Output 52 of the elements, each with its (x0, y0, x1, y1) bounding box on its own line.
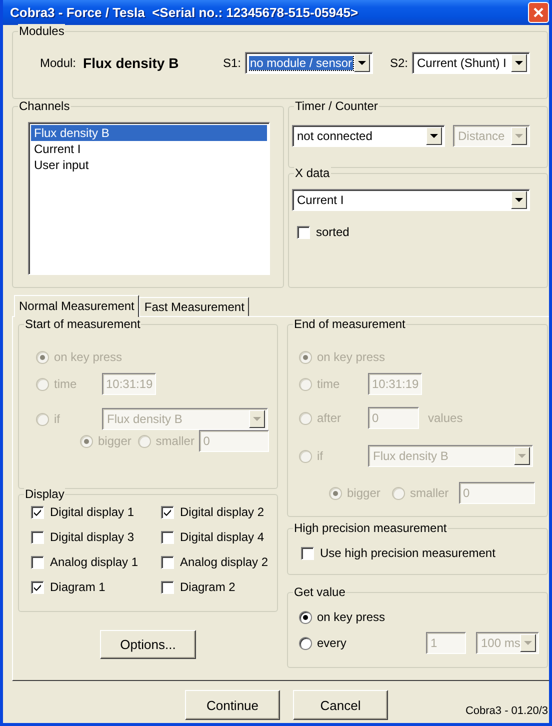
checkbox[interactable]: Digital display 4 (161, 530, 264, 545)
unit-label: values (428, 410, 463, 426)
checkbox[interactable]: Diagram 1 (31, 580, 106, 595)
field-label: S2: (390, 56, 408, 70)
caret-icon (358, 61, 366, 65)
dropdown-button[interactable] (426, 127, 442, 145)
list-item[interactable]: User input (31, 157, 267, 173)
checkbox[interactable]: Digital display 3 (31, 530, 134, 545)
dropdown-button[interactable] (514, 447, 530, 465)
field-label: S1: (222, 56, 241, 70)
dropdown-button[interactable] (249, 410, 265, 428)
dropdown-button[interactable] (511, 191, 527, 209)
module-name: Flux density B (83, 56, 179, 70)
group-title: Display (24, 487, 66, 502)
tab[interactable]: Normal Measurement (14, 295, 140, 317)
dialog-button[interactable]: Continue (185, 690, 280, 720)
checkbox[interactable]: sorted (297, 225, 350, 240)
checkbox[interactable]: Diagram 2 (161, 580, 236, 595)
close-icon (533, 7, 544, 18)
caret-icon (515, 134, 523, 138)
close-button[interactable] (528, 2, 549, 23)
dropdown[interactable]: not connected (292, 125, 445, 147)
checkbox[interactable]: Analog display 2 (161, 555, 268, 570)
checkmark-icon (33, 583, 42, 592)
window-title: Cobra3 - Force / Tesla <Serial no.: 12345678-515-05945> (10, 5, 360, 20)
checkbox[interactable]: Digital display 1 (31, 505, 134, 520)
dropdown-button[interactable] (354, 54, 370, 72)
dropdown-button[interactable] (511, 54, 527, 72)
dialog-button[interactable]: Cancel (293, 690, 388, 720)
version-label: Cobra3 - 01.20/3 (465, 704, 548, 719)
checkmark-icon (163, 508, 172, 517)
tab[interactable]: Fast Measurement (139, 297, 250, 316)
caret-icon (515, 198, 523, 202)
dropdown[interactable]: no module / sensor (244, 52, 373, 74)
group-title: High precision measurement (293, 521, 448, 536)
list-item[interactable]: Current I (31, 141, 267, 157)
options-button[interactable]: Options... (100, 630, 196, 659)
checkbox[interactable]: Use high precision measurement (301, 546, 496, 561)
checkmark-icon (33, 508, 42, 517)
caret-icon (524, 641, 532, 645)
checkbox[interactable]: Digital display 2 (161, 505, 264, 520)
checkbox[interactable]: Analog display 1 (31, 555, 138, 570)
radio-button[interactable]: on key press (299, 610, 386, 624)
caret-icon (253, 417, 261, 421)
list-item[interactable]: Flux density B (31, 125, 267, 141)
field-label: Modul: (40, 56, 76, 70)
dropdown[interactable]: Current (Shunt) I (412, 52, 530, 74)
caret-icon (430, 134, 438, 138)
caret-icon (515, 61, 523, 65)
caret-icon (518, 454, 526, 458)
dropdown[interactable]: Current I (292, 189, 530, 211)
list-box[interactable]: Flux density B Current I User input (28, 122, 270, 275)
